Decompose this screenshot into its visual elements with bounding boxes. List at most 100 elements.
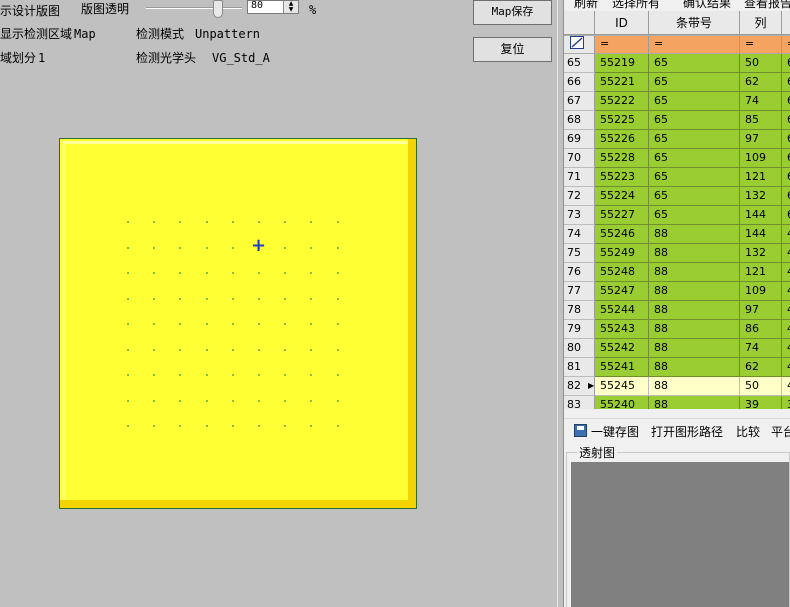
reset-button[interactable]: 复位 <box>473 37 552 62</box>
cell-id[interactable]: 55245 <box>595 377 649 396</box>
cell-extra[interactable]: 4 <box>782 339 790 358</box>
column-header-extra[interactable] <box>782 11 790 35</box>
pane-splitter[interactable] <box>557 0 564 607</box>
row-header[interactable]: 76 <box>564 263 595 282</box>
cell-strip[interactable]: 88 <box>649 377 740 396</box>
row-header[interactable]: 69 <box>564 130 595 149</box>
cell-extra[interactable]: 4 <box>782 225 790 244</box>
cell-strip[interactable]: 88 <box>649 225 740 244</box>
cell-extra[interactable]: 6 <box>782 187 790 206</box>
cell-col[interactable]: 74 <box>740 92 782 111</box>
row-header[interactable]: 78 <box>564 301 595 320</box>
cell-extra[interactable]: 6 <box>782 54 790 73</box>
save-disk-icon[interactable] <box>574 424 587 437</box>
cell-extra[interactable]: 6 <box>782 73 790 92</box>
row-header[interactable]: 70 <box>564 149 595 168</box>
cell-id[interactable]: 55221 <box>595 73 649 92</box>
cell-col[interactable]: 62 <box>740 73 782 92</box>
cell-col[interactable]: 132 <box>740 187 782 206</box>
cell-col[interactable]: 109 <box>740 149 782 168</box>
show-detect-region-label[interactable]: 显示检测区域 <box>0 25 72 42</box>
transparency-slider-track[interactable] <box>146 7 242 9</box>
row-header[interactable]: 82 ▶ <box>564 377 595 396</box>
row-header[interactable]: 83 <box>564 396 595 409</box>
row-header[interactable]: 68 <box>564 111 595 130</box>
cell-strip[interactable]: 88 <box>649 244 740 263</box>
row-header[interactable]: 67 <box>564 92 595 111</box>
cell-extra[interactable]: 6 <box>782 206 790 225</box>
cell-strip[interactable]: 65 <box>649 168 740 187</box>
row-header[interactable]: 74 <box>564 225 595 244</box>
spin-arrows-icon[interactable]: ▲ ▼ <box>283 1 298 13</box>
save-all-button[interactable]: 一键存图 <box>591 423 639 440</box>
cell-strip[interactable]: 88 <box>649 339 740 358</box>
cell-col[interactable]: 144 <box>740 225 782 244</box>
cell-extra[interactable]: 3 <box>782 396 790 409</box>
cell-strip[interactable]: 88 <box>649 320 740 339</box>
cell-strip[interactable]: 65 <box>649 73 740 92</box>
cell-strip[interactable]: 65 <box>649 111 740 130</box>
cell-strip[interactable]: 65 <box>649 187 740 206</box>
cell-extra[interactable]: 6 <box>782 168 790 187</box>
cell-strip[interactable]: 88 <box>649 396 740 409</box>
row-header[interactable]: 80 <box>564 339 595 358</box>
cell-strip[interactable]: 65 <box>649 92 740 111</box>
cell-id[interactable]: 55240 <box>595 396 649 409</box>
cell-extra[interactable]: 6 <box>782 149 790 168</box>
crosshair-icon[interactable]: + <box>251 237 266 255</box>
row-header[interactable]: 73 <box>564 206 595 225</box>
row-header[interactable]: 79 <box>564 320 595 339</box>
column-header-strip[interactable]: 条带号 <box>649 11 740 35</box>
cell-extra[interactable]: 4 <box>782 320 790 339</box>
open-path-button[interactable]: 打开图形路径 <box>651 423 723 440</box>
select-all-button[interactable]: 选择所有 <box>612 0 660 9</box>
cell-extra[interactable]: 6 <box>782 130 790 149</box>
row-header[interactable]: 72 <box>564 187 595 206</box>
cell-id[interactable]: 55228 <box>595 149 649 168</box>
cell-id[interactable]: 55246 <box>595 225 649 244</box>
row-header[interactable]: 81 <box>564 358 595 377</box>
cell-strip[interactable]: 88 <box>649 282 740 301</box>
cell-id[interactable]: 55224 <box>595 187 649 206</box>
filter-col[interactable]: = <box>740 36 782 53</box>
cell-extra[interactable]: 6 <box>782 111 790 130</box>
refresh-button[interactable]: 刷新 <box>574 0 598 9</box>
cell-id[interactable]: 55223 <box>595 168 649 187</box>
cell-id[interactable]: 55248 <box>595 263 649 282</box>
filter-id[interactable]: = <box>595 36 649 53</box>
show-design-map-label[interactable]: 示设计版图 <box>0 2 60 19</box>
cell-strip[interactable]: 65 <box>649 206 740 225</box>
column-header-col[interactable]: 列 <box>740 11 782 35</box>
cell-col[interactable]: 86 <box>740 320 782 339</box>
result-grid[interactable]: ID 条带号 列 = = = = 65552196550666552216562… <box>564 11 790 409</box>
transparency-spinbox[interactable]: 80 ▲ ▼ <box>247 0 299 14</box>
cell-strip[interactable]: 65 <box>649 149 740 168</box>
cell-strip[interactable]: 88 <box>649 301 740 320</box>
cell-id[interactable]: 55243 <box>595 320 649 339</box>
row-header[interactable]: 75 <box>564 244 595 263</box>
cell-id[interactable]: 55225 <box>595 111 649 130</box>
cell-strip[interactable]: 88 <box>649 263 740 282</box>
compare-button[interactable]: 比较 <box>736 423 760 440</box>
row-header[interactable]: 77 <box>564 282 595 301</box>
cell-col[interactable]: 50 <box>740 377 782 396</box>
filter-extra[interactable]: = <box>782 36 790 53</box>
transparency-value[interactable]: 80 <box>251 0 263 11</box>
cell-extra[interactable]: 4 <box>782 377 790 396</box>
cell-id[interactable]: 55244 <box>595 301 649 320</box>
cell-extra[interactable]: 4 <box>782 282 790 301</box>
cell-id[interactable]: 55247 <box>595 282 649 301</box>
cell-id[interactable]: 55242 <box>595 339 649 358</box>
cell-extra[interactable]: 6 <box>782 92 790 111</box>
platform-button[interactable]: 平台 <box>771 423 790 440</box>
cell-id[interactable]: 55249 <box>595 244 649 263</box>
cell-extra[interactable]: 4 <box>782 263 790 282</box>
cell-extra[interactable]: 4 <box>782 244 790 263</box>
wafer-map[interactable]: + <box>59 138 417 509</box>
cell-col[interactable]: 97 <box>740 301 782 320</box>
cell-strip[interactable]: 65 <box>649 130 740 149</box>
cell-col[interactable]: 62 <box>740 358 782 377</box>
filter-clear-icon[interactable] <box>564 36 595 53</box>
cell-col[interactable]: 85 <box>740 111 782 130</box>
cell-id[interactable]: 55219 <box>595 54 649 73</box>
